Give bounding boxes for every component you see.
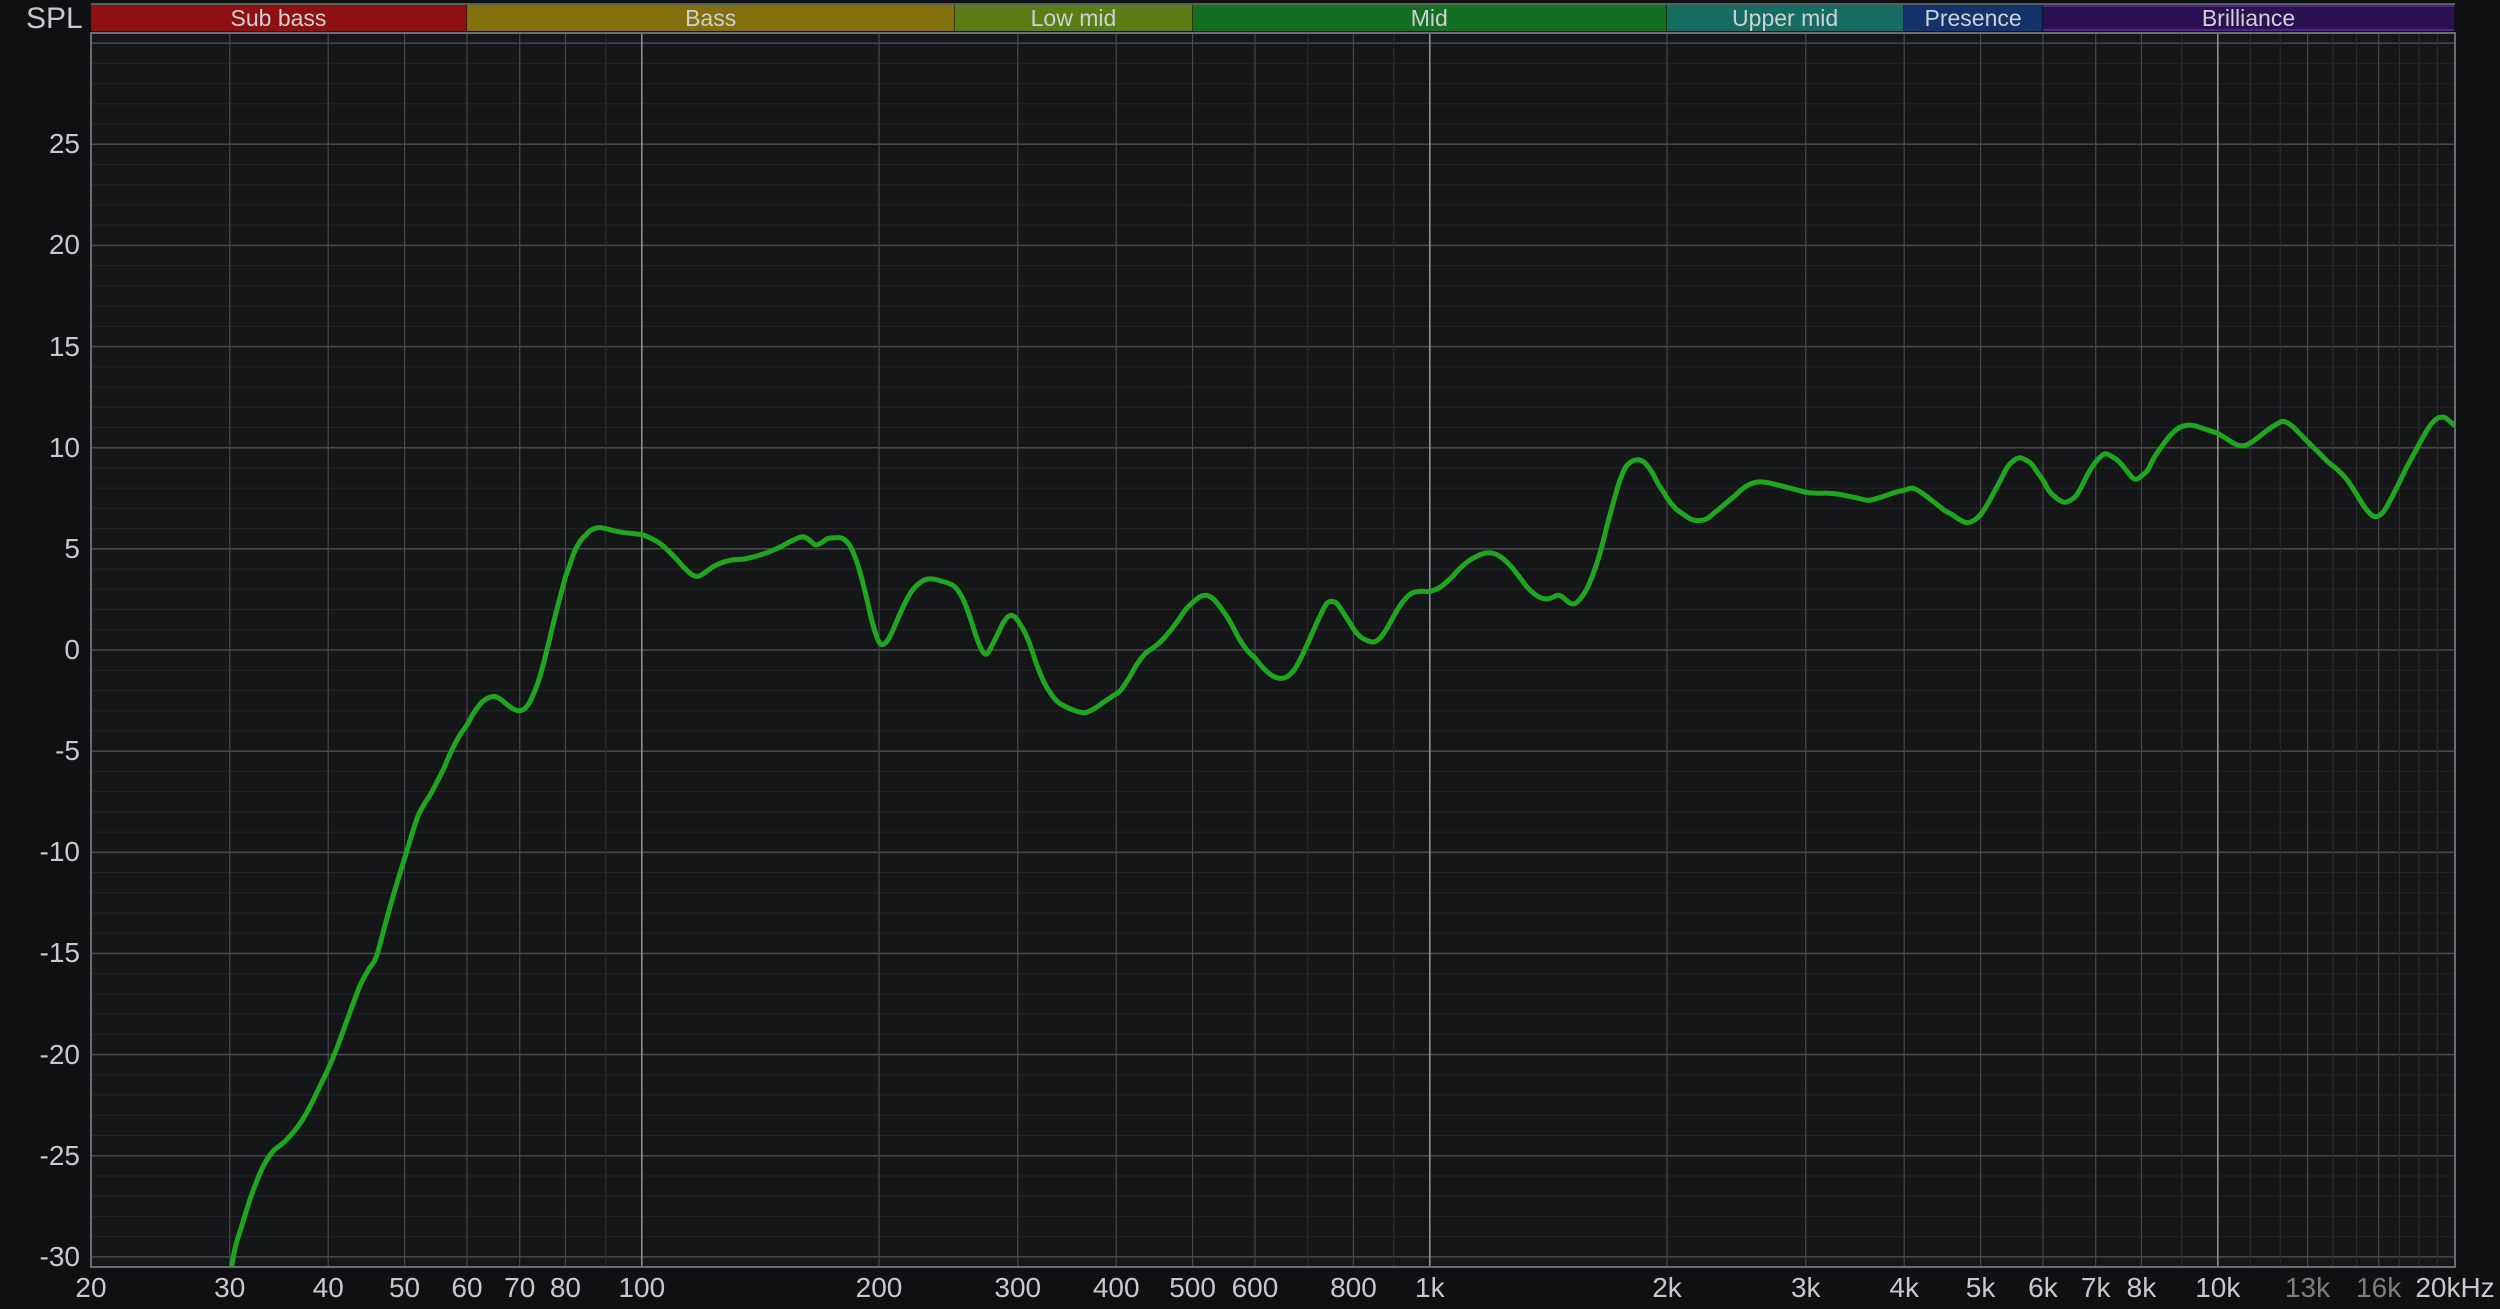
y-tick-label-0: 0 — [64, 634, 80, 665]
x-tick-label-8k: 8k — [2126, 1272, 2157, 1303]
y-tick-label--30: -30 — [39, 1240, 80, 1272]
x-tick-label-1k: 1k — [1414, 1272, 1445, 1303]
x-tick-label-60: 60 — [451, 1272, 483, 1303]
y-tick-label-20: 20 — [48, 229, 80, 261]
x-tick-label-5k: 5k — [1965, 1272, 1996, 1303]
x-tick-label-30: 30 — [214, 1272, 246, 1303]
x-tick-label-400: 400 — [1092, 1272, 1140, 1303]
y-tick-label-25: 25 — [48, 128, 80, 160]
spectrum-analyzer-window: SPL Sub bass Bass Low mid Mid Upper mid Prese… — [0, 0, 2500, 1309]
y-tick-label-15: 15 — [48, 330, 80, 362]
frequency-response-chart — [90, 32, 2456, 1268]
x-tick-label-16k: 16k — [2356, 1272, 2402, 1303]
x-tick-label-100: 100 — [618, 1272, 666, 1303]
y-tick-label--25: -25 — [39, 1139, 80, 1171]
x-tick-label-500: 500 — [1169, 1272, 1216, 1303]
y-tick-label--5: -5 — [55, 735, 80, 767]
x-tick-label-4k: 4k — [1889, 1272, 1919, 1303]
x-tick-label-800: 800 — [1330, 1272, 1377, 1303]
y-tick-label-5: 5 — [64, 532, 80, 564]
x-tick-label-300: 300 — [994, 1272, 1042, 1303]
x-tick-label-10k: 10k — [2195, 1272, 2241, 1303]
y-tick-label--15: -15 — [39, 937, 80, 969]
x-tick-label-70: 70 — [504, 1272, 536, 1303]
x-tick-label-13k: 13k — [2284, 1272, 2331, 1303]
x-tick-label-600: 600 — [1231, 1272, 1279, 1303]
y-tick-label--10: -10 — [39, 836, 80, 868]
y-tick-label-10: 10 — [48, 431, 80, 463]
x-tick-label-80: 80 — [549, 1272, 581, 1303]
x-tick-label-6k: 6k — [2028, 1272, 2058, 1303]
x-tick-label-20: 20 — [75, 1272, 107, 1303]
x-tick-label-7k: 7k — [2080, 1272, 2111, 1303]
x-tick-label-2k: 2k — [1652, 1272, 1682, 1303]
x-tick-label-50: 50 — [388, 1272, 421, 1303]
x-tick-label-20khz: 20kHz — [2415, 1272, 2495, 1303]
x-tick-label-40: 40 — [312, 1272, 344, 1303]
x-tick-label-3k: 3k — [1790, 1272, 1821, 1303]
y-tick-label--20: -20 — [39, 1038, 80, 1070]
x-tick-label-200: 200 — [855, 1272, 903, 1303]
